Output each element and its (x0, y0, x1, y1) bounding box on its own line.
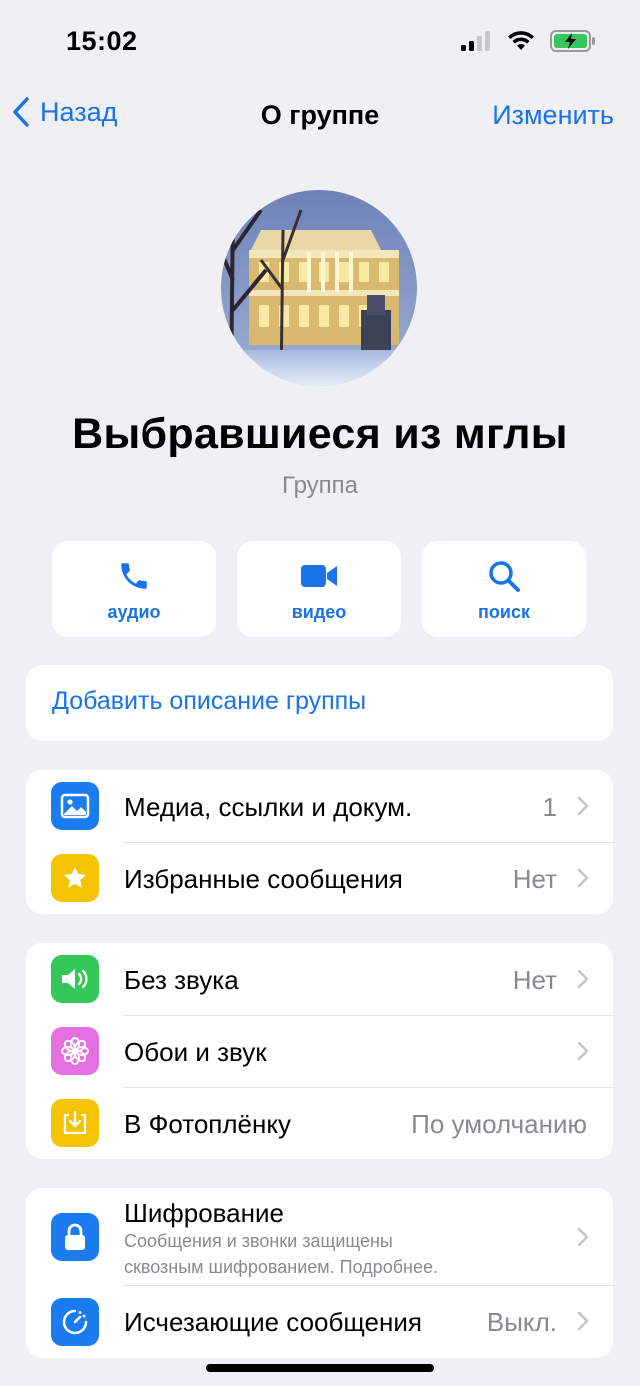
flower-icon (51, 1027, 99, 1075)
nav-bar: Назад О группе Изменить (0, 86, 640, 142)
group-avatar[interactable] (221, 190, 417, 386)
media-count: 1 (542, 792, 557, 822)
add-description-button[interactable]: Добавить описание группы (26, 665, 613, 741)
disappearing-messages-value: Выкл. (486, 1307, 557, 1337)
starred-messages-value: Нет (512, 864, 557, 894)
status-time: 15:02 (66, 26, 138, 56)
privacy-section: Шифрование Сообщения и звонки защищены с… (26, 1188, 613, 1358)
mute-row[interactable]: Без звука Нет (26, 943, 613, 1015)
chevron-right-icon (577, 1311, 589, 1331)
chevron-right-icon (577, 796, 589, 816)
media-section: Медиа, ссылки и докум. 1 Избранные сообщ… (26, 770, 613, 914)
photo-icon (51, 782, 99, 830)
status-icons (460, 30, 596, 52)
group-info-screen: 15:02 Назад О группе Изменить Выбравшиес… (0, 0, 640, 1386)
audio-label: аудио (107, 602, 161, 622)
lock-icon (51, 1213, 99, 1261)
mute-value: Нет (512, 965, 557, 995)
group-name: Выбравшиеся из мглы (72, 410, 568, 458)
search-icon (489, 561, 520, 592)
starred-messages-label: Избранные сообщения (124, 864, 403, 894)
settings-section: Без звука Нет Обои и звук В Фотоплёнку П… (26, 943, 613, 1159)
home-indicator[interactable] (206, 1364, 434, 1372)
add-description-label: Добавить описание группы (52, 687, 367, 715)
timer-icon (51, 1298, 99, 1346)
phone-icon (121, 563, 147, 589)
search-label: поиск (478, 602, 530, 622)
encryption-row[interactable]: Шифрование Сообщения и звонки защищены с… (26, 1188, 613, 1285)
save-to-camera-roll-label: В Фотоплёнку (124, 1109, 292, 1139)
chevron-right-icon (577, 868, 589, 888)
chevron-right-icon (577, 1041, 589, 1061)
wallpaper-sound-label: Обои и звук (124, 1037, 267, 1067)
group-type: Группа (281, 472, 359, 499)
media-links-docs-label: Медиа, ссылки и докум. (124, 792, 413, 822)
media-links-docs-row[interactable]: Медиа, ссылки и докум. 1 (26, 770, 613, 842)
action-buttons: аудио видео поиск (52, 541, 586, 637)
disappearing-messages-row[interactable]: Исчезающие сообщения Выкл. (26, 1285, 613, 1358)
chevron-right-icon (577, 1227, 589, 1247)
speaker-icon (51, 955, 99, 1003)
video-camera-icon (301, 565, 337, 587)
status-bar: 15:02 (0, 0, 640, 86)
edit-button[interactable]: Изменить (492, 100, 614, 131)
group-avatar-image (221, 190, 417, 386)
save-to-camera-roll-row[interactable]: В Фотоплёнку По умолчанию (26, 1087, 613, 1159)
chevron-right-icon (577, 969, 589, 989)
encryption-subtitle-line2: сквозным шифрованием. Подробнее. (124, 1257, 438, 1277)
encryption-label: Шифрование (124, 1198, 284, 1228)
starred-messages-row[interactable]: Избранные сообщения Нет (26, 842, 613, 914)
cellular-signal-icon (461, 31, 490, 51)
disappearing-messages-label: Исчезающие сообщения (124, 1307, 422, 1337)
encryption-subtitle-line1: Сообщения и звонки защищены (124, 1231, 393, 1251)
wallpaper-sound-row[interactable]: Обои и звук (26, 1015, 613, 1087)
star-icon (51, 854, 99, 902)
video-call-button[interactable]: видео (237, 541, 401, 637)
mute-label: Без звука (124, 965, 239, 995)
wifi-icon (508, 31, 534, 50)
save-to-camera-roll-value: По умолчанию (411, 1109, 587, 1139)
save-to-photos-icon (51, 1099, 99, 1147)
battery-charging-icon (550, 30, 595, 52)
audio-call-button[interactable]: аудио (52, 541, 216, 637)
video-label: видео (291, 602, 347, 622)
search-button[interactable]: поиск (422, 541, 586, 637)
